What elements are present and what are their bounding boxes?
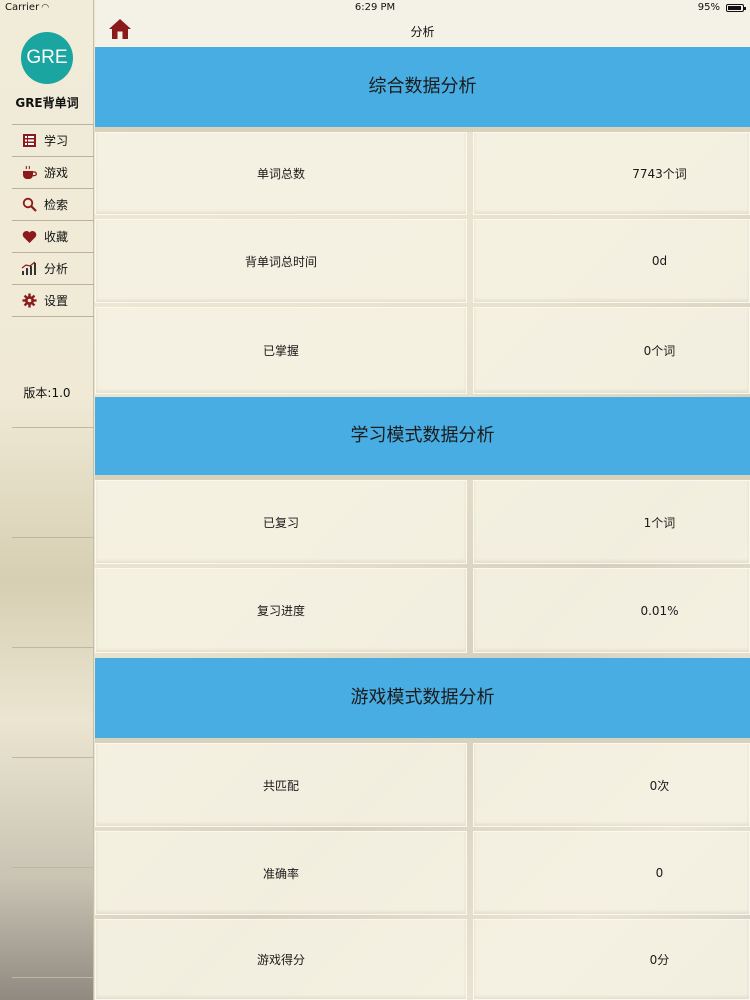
heart-icon [21,229,37,245]
app-logo: GRE [21,32,73,84]
table-row: 游戏得分 0分 [95,919,750,1000]
sidebar-item-label: 分析 [44,262,69,276]
table-row: 背单词总时间 0d [95,219,750,303]
row-label: 单词总数 [95,132,467,215]
section-header-game: 游戏模式数据分析 [95,658,750,738]
table-row: 复习进度 0.01% [95,568,750,653]
row-value: 0个词 [473,307,750,394]
row-label: 共匹配 [95,743,467,827]
status-bar: Carrier ◠ 6:29 PM 95% [0,0,750,16]
book-icon [21,133,37,149]
divider [12,427,94,428]
row-label: 背单词总时间 [95,219,467,303]
table-row: 已复习 1个词 [95,480,750,564]
row-value: 1个词 [473,480,750,564]
section-header-overall: 综合数据分析 [95,47,750,127]
row-label: 准确率 [95,831,467,915]
section-header-study: 学习模式数据分析 [95,397,750,475]
status-time: 6:29 PM [354,2,396,13]
sidebar-item-analysis[interactable]: 分析 [12,253,94,285]
row-value: 0 [473,831,750,915]
divider [12,977,94,978]
row-label: 已掌握 [95,307,467,394]
sidebar-item-game[interactable]: 游戏 [12,157,94,189]
table-row: 已掌握 0个词 [95,307,750,394]
row-value: 0次 [473,743,750,827]
row-label: 已复习 [95,480,467,564]
sidebar-item-settings[interactable]: 设置 [12,285,94,317]
sidebar-item-label: 检索 [44,198,69,212]
row-value: 7743个词 [473,132,750,215]
sidebar: GRE GRE背单词 学习 游戏 检索 收藏 分析 设置 版本:1.0 [0,0,94,1000]
sidebar-item-label: 设置 [44,294,69,308]
table-row: 单词总数 7743个词 [95,132,750,215]
search-icon [21,197,37,213]
sidebar-item-label: 游戏 [44,166,69,180]
sidebar-item-favorites[interactable]: 收藏 [12,221,94,253]
divider [12,537,94,538]
sidebar-item-study[interactable]: 学习 [12,125,94,157]
gear-icon [21,293,37,309]
version-label: 版本:1.0 [23,386,71,400]
row-value: 0分 [473,919,750,1000]
battery-icon [726,4,746,12]
page-title: 分析 [410,25,435,39]
app-name: GRE背单词 [15,96,79,110]
battery-percent: 95% [697,2,720,13]
sidebar-menu: 学习 游戏 检索 收藏 分析 设置 [12,124,94,317]
sidebar-item-label: 收藏 [44,230,69,244]
main-content: 分析 综合数据分析 单词总数 7743个词 背单词总时间 0d 已掌握 0个词 … [95,0,750,1000]
coffee-cup-icon [21,165,37,181]
table-row: 共匹配 0次 [95,743,750,827]
row-value: 0d [473,219,750,303]
divider [12,867,94,868]
sidebar-item-label: 学习 [44,134,69,148]
row-label: 复习进度 [95,568,467,653]
bar-chart-icon [21,261,37,277]
sidebar-item-search[interactable]: 检索 [12,189,94,221]
divider [12,757,94,758]
row-value: 0.01% [473,568,750,653]
divider [12,647,94,648]
table-row: 准确率 0 [95,831,750,915]
row-label: 游戏得分 [95,919,467,1000]
